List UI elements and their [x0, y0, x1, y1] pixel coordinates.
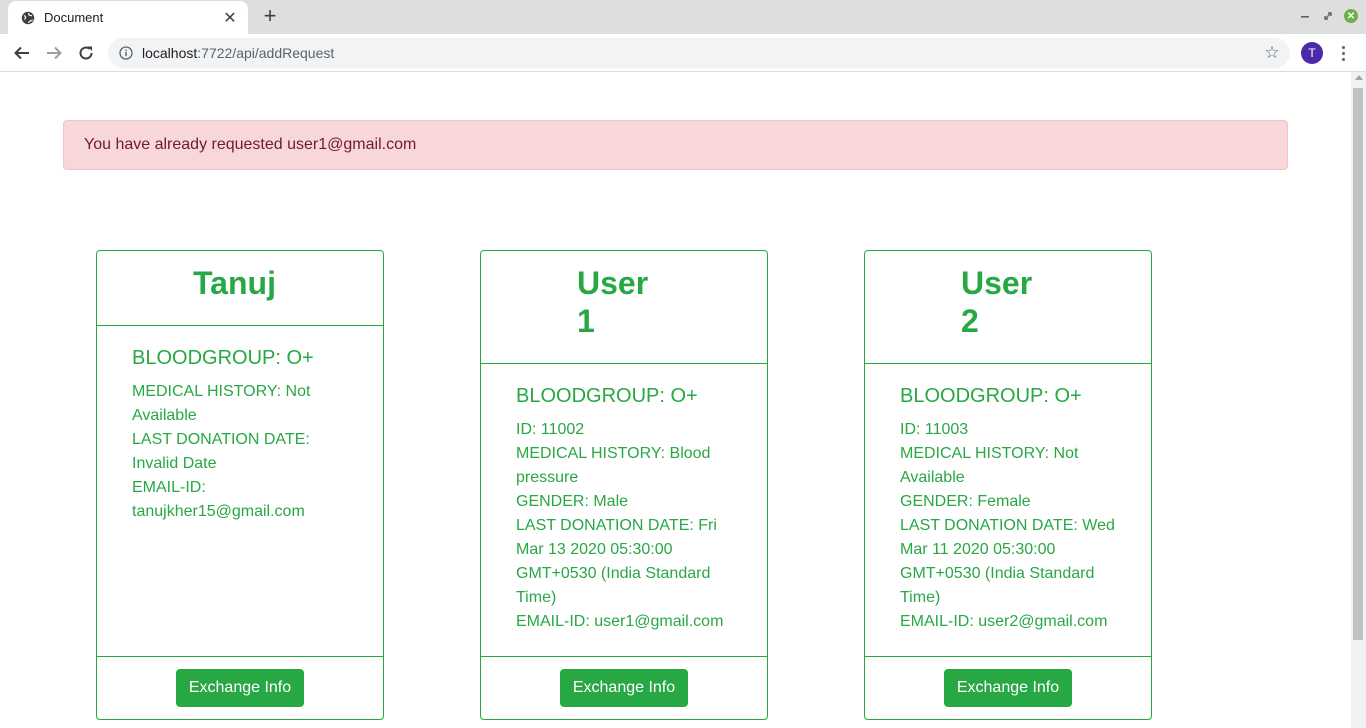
- email-id: EMAIL-ID: tanujkher15@gmail.com: [132, 479, 305, 520]
- donor-card: User 2 BLOODGROUP: O+ ID: 11003 MEDICAL …: [864, 250, 1152, 720]
- card-body: BLOODGROUP: O+ MEDICAL HISTORY: Not Avai…: [97, 326, 383, 524]
- card-body: BLOODGROUP: O+ ID: 11002 MEDICAL HISTORY…: [481, 364, 767, 634]
- donor-name: Tanuj: [193, 265, 276, 301]
- donor-card: Tanuj BLOODGROUP: O+ MEDICAL HISTORY: No…: [96, 250, 384, 720]
- donor-id: ID: 11003: [900, 421, 969, 438]
- medical-history: MEDICAL HISTORY: Blood pressure: [516, 445, 711, 486]
- globe-icon: [20, 10, 36, 26]
- back-arrow-icon[interactable]: [12, 43, 32, 63]
- last-donation-date: LAST DONATION DATE: Invalid Date: [132, 431, 310, 472]
- medical-history: MEDICAL HISTORY: Not Available: [900, 445, 1079, 486]
- forward-arrow-icon[interactable]: [44, 43, 64, 63]
- info-icon[interactable]: [118, 45, 134, 61]
- alert-message: You have already requested user1@gmail.c…: [63, 120, 1288, 170]
- donor-card: User 1 BLOODGROUP: O+ ID: 11002 MEDICAL …: [480, 250, 768, 720]
- bloodgroup: BLOODGROUP: O+: [900, 385, 1082, 407]
- reload-icon[interactable]: [76, 43, 96, 63]
- medical-history: MEDICAL HISTORY: Not Available: [132, 383, 311, 424]
- url-path: :7722/api/addRequest: [197, 45, 335, 61]
- exchange-info-button[interactable]: Exchange Info: [559, 669, 689, 707]
- exchange-info-button[interactable]: Exchange Info: [943, 669, 1073, 707]
- donor-id: ID: 11002: [516, 421, 585, 438]
- email-id: EMAIL-ID: user1@gmail.com: [516, 613, 724, 630]
- last-donation-date: LAST DONATION DATE: Wed Mar 11 2020 05:3…: [900, 517, 1115, 606]
- url-text: localhost:7722/api/addRequest: [142, 45, 334, 61]
- tab-close-icon[interactable]: ✕: [222, 10, 238, 27]
- gender: GENDER: Female: [900, 493, 1031, 510]
- page-viewport: You have already requested user1@gmail.c…: [0, 72, 1351, 728]
- maximize-icon[interactable]: [1321, 8, 1335, 24]
- tab-title: Document: [44, 10, 104, 25]
- minimize-icon[interactable]: [1298, 8, 1312, 24]
- card-body: BLOODGROUP: O+ ID: 11003 MEDICAL HISTORY…: [865, 364, 1151, 634]
- card-footer: Exchange Info: [865, 656, 1151, 719]
- bloodgroup: BLOODGROUP: O+: [132, 347, 314, 369]
- url-host: localhost: [142, 45, 198, 61]
- card-footer: Exchange Info: [481, 656, 767, 719]
- card-header: Tanuj: [97, 251, 383, 326]
- profile-avatar[interactable]: T: [1301, 42, 1323, 64]
- scroll-up-arrow-icon[interactable]: [1355, 75, 1363, 80]
- address-bar[interactable]: localhost:7722/api/addRequest ☆: [108, 38, 1290, 68]
- browser-tab[interactable]: Document ✕: [8, 1, 248, 34]
- donor-name: User 1: [577, 265, 649, 339]
- email-id: EMAIL-ID: user2@gmail.com: [900, 613, 1108, 630]
- tab-strip: Document ✕ + ✕: [0, 0, 1366, 34]
- window-close-icon[interactable]: ✕: [1343, 8, 1359, 24]
- card-header: User 1: [481, 251, 767, 364]
- donor-name: User 2: [961, 265, 1033, 339]
- browser-menu-icon[interactable]: [1336, 43, 1350, 63]
- gender: GENDER: Male: [516, 493, 629, 510]
- page-scrollbar[interactable]: [1351, 72, 1366, 728]
- exchange-info-button[interactable]: Exchange Info: [175, 669, 305, 707]
- scrollbar-thumb[interactable]: [1353, 88, 1363, 640]
- browser-toolbar: localhost:7722/api/addRequest ☆ T: [0, 34, 1366, 72]
- card-header: User 2: [865, 251, 1151, 364]
- bloodgroup: BLOODGROUP: O+: [516, 385, 698, 407]
- card-footer: Exchange Info: [97, 656, 383, 719]
- bookmark-star-icon[interactable]: ☆: [1262, 43, 1282, 63]
- new-tab-icon[interactable]: +: [260, 5, 280, 27]
- last-donation-date: LAST DONATION DATE: Fri Mar 13 2020 05:3…: [516, 517, 717, 606]
